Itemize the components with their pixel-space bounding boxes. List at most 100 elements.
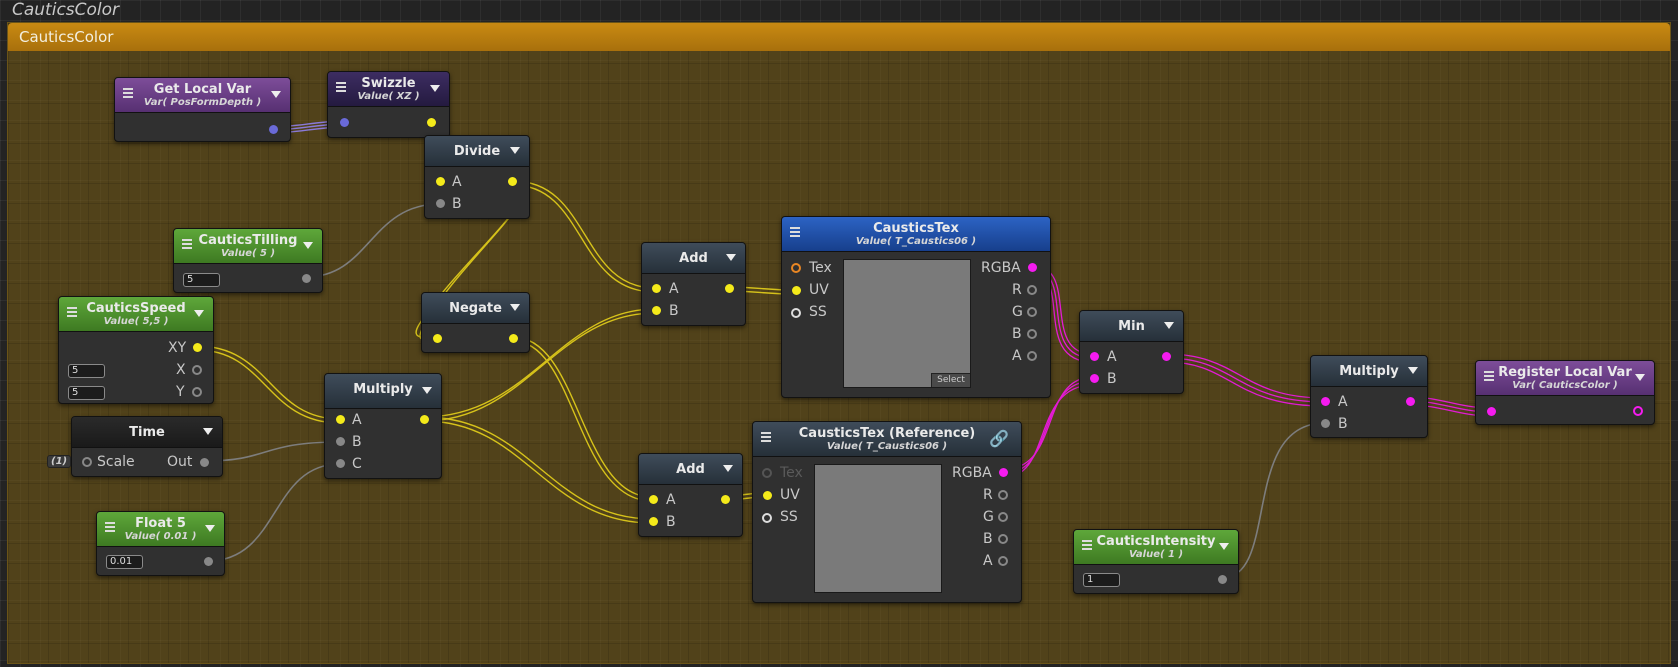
port-label: R	[1012, 282, 1022, 298]
node-float5[interactable]: Float 5 Value( 0.01 ) 0.01	[96, 511, 225, 576]
input-port-tex[interactable]	[791, 263, 801, 273]
dropdown-arrow-icon[interactable]	[726, 254, 736, 261]
node-get-local-var[interactable]: Get Local Var Var( PosFormDepth )	[114, 77, 291, 142]
input-port-ss[interactable]	[791, 308, 801, 318]
node-swizzle[interactable]: Swizzle Value( XZ )	[327, 71, 450, 138]
link-icon[interactable]: 🔗	[989, 431, 1009, 447]
select-button[interactable]: Select	[931, 373, 970, 387]
output-port[interactable]	[509, 334, 518, 343]
input-port-ss[interactable]	[762, 513, 772, 523]
input-port-a[interactable]	[436, 177, 445, 186]
output-port[interactable]	[269, 125, 278, 134]
output-port-g[interactable]	[998, 512, 1008, 522]
dropdown-arrow-icon[interactable]	[1635, 374, 1645, 381]
output-port[interactable]	[1633, 406, 1643, 416]
input-port-a[interactable]	[1090, 352, 1099, 361]
node-negate[interactable]: Negate	[421, 292, 530, 353]
node-add-2[interactable]: Add A B	[638, 453, 743, 537]
output-port[interactable]	[204, 557, 213, 566]
value-field[interactable]: 1	[1083, 573, 1120, 587]
output-port-rgba[interactable]	[1028, 263, 1037, 272]
dropdown-arrow-icon[interactable]	[510, 304, 520, 311]
texture-preview[interactable]: Select	[843, 259, 971, 388]
input-port[interactable]	[340, 118, 349, 127]
output-port[interactable]	[1406, 397, 1415, 406]
output-port[interactable]	[200, 458, 209, 467]
input-port-b[interactable]	[652, 306, 661, 315]
dropdown-arrow-icon[interactable]	[1219, 543, 1229, 550]
output-port-y[interactable]	[192, 387, 202, 397]
input-port-scale[interactable]	[82, 457, 92, 467]
output-port[interactable]	[1218, 575, 1227, 584]
port-label: A	[1012, 348, 1022, 364]
output-port-b[interactable]	[1027, 329, 1037, 339]
node-add-1[interactable]: Add A B	[641, 242, 746, 326]
output-port-a[interactable]	[998, 556, 1008, 566]
input-port-b[interactable]	[436, 199, 445, 208]
output-port-b[interactable]	[998, 534, 1008, 544]
port-label: Tex	[809, 260, 832, 276]
output-port-xy[interactable]	[193, 343, 202, 352]
output-port[interactable]	[427, 118, 436, 127]
dropdown-arrow-icon[interactable]	[510, 147, 520, 154]
dropdown-arrow-icon[interactable]	[1164, 322, 1174, 329]
group-header[interactable]: CauticsColor	[8, 23, 1670, 51]
dropdown-arrow-icon[interactable]	[203, 428, 213, 435]
dropdown-arrow-icon[interactable]	[194, 310, 204, 317]
output-port-r[interactable]	[1027, 285, 1037, 295]
input-port-b[interactable]	[1321, 419, 1330, 428]
output-port[interactable]	[302, 274, 311, 283]
node-cautics-tilling[interactable]: CauticsTilling Value( 5 ) 5	[173, 228, 323, 293]
node-min[interactable]: Min A B	[1079, 310, 1184, 394]
port-label: A	[452, 174, 462, 190]
input-port-uv[interactable]	[763, 491, 772, 500]
node-time[interactable]: Time Scale Out	[71, 416, 223, 477]
output-port-g[interactable]	[1027, 307, 1037, 317]
output-port[interactable]	[725, 284, 734, 293]
node-divide[interactable]: Divide A B	[424, 135, 530, 219]
value-field[interactable]: 0.01	[106, 555, 143, 569]
input-port-a[interactable]	[652, 284, 661, 293]
dropdown-arrow-icon[interactable]	[430, 85, 440, 92]
node-caustics-tex-reference[interactable]: CausticsTex (Reference) Value( T_Caustic…	[752, 421, 1022, 603]
input-port-a[interactable]	[649, 495, 658, 504]
dropdown-arrow-icon[interactable]	[422, 387, 432, 394]
node-multiply-2[interactable]: Multiply A B	[1310, 355, 1428, 438]
value-field-y[interactable]: 5	[68, 386, 105, 400]
node-cautics-intensity[interactable]: CauticsIntensity Value( 1 ) 1	[1073, 529, 1239, 594]
node-caustics-tex[interactable]: CausticsTex Value( T_Caustics06 ) Tex UV…	[781, 216, 1051, 398]
input-port-a[interactable]	[1321, 397, 1330, 406]
input-port[interactable]	[1487, 407, 1496, 416]
scale-default-badge[interactable]: (1)	[47, 455, 72, 468]
node-cautics-speed[interactable]: CauticsSpeed Value( 5,5 ) XY 5 X 5 Y	[58, 296, 214, 404]
dropdown-arrow-icon[interactable]	[303, 242, 313, 249]
input-port-tex	[762, 468, 772, 478]
input-port-b[interactable]	[1090, 374, 1099, 383]
graph-title: CauticsColor	[12, 0, 120, 20]
port-label: A	[983, 553, 993, 569]
value-field-x[interactable]: 5	[68, 364, 105, 378]
output-port[interactable]	[420, 415, 429, 424]
output-port-r[interactable]	[998, 490, 1008, 500]
input-port-uv[interactable]	[792, 286, 801, 295]
input-port-b[interactable]	[336, 437, 345, 446]
dropdown-arrow-icon[interactable]	[271, 91, 281, 98]
value-field[interactable]: 5	[183, 273, 220, 287]
input-port-c[interactable]	[336, 459, 345, 468]
node-multiply[interactable]: Multiply A B C	[324, 373, 442, 479]
port-label: A	[1107, 349, 1117, 365]
input-port-b[interactable]	[649, 517, 658, 526]
output-port[interactable]	[1162, 352, 1171, 361]
output-port-x[interactable]	[192, 365, 202, 375]
output-port-a[interactable]	[1027, 351, 1037, 361]
node-register-local-var[interactable]: Register Local Var Var( CauticsColor )	[1475, 360, 1655, 425]
output-port-rgba[interactable]	[999, 468, 1008, 477]
dropdown-arrow-icon[interactable]	[723, 465, 733, 472]
output-port[interactable]	[721, 495, 730, 504]
output-port[interactable]	[508, 177, 517, 186]
input-port-a[interactable]	[336, 415, 345, 424]
input-port[interactable]	[433, 334, 442, 343]
group-title: CauticsColor	[19, 28, 114, 46]
dropdown-arrow-icon[interactable]	[1408, 367, 1418, 374]
dropdown-arrow-icon[interactable]	[205, 525, 215, 532]
